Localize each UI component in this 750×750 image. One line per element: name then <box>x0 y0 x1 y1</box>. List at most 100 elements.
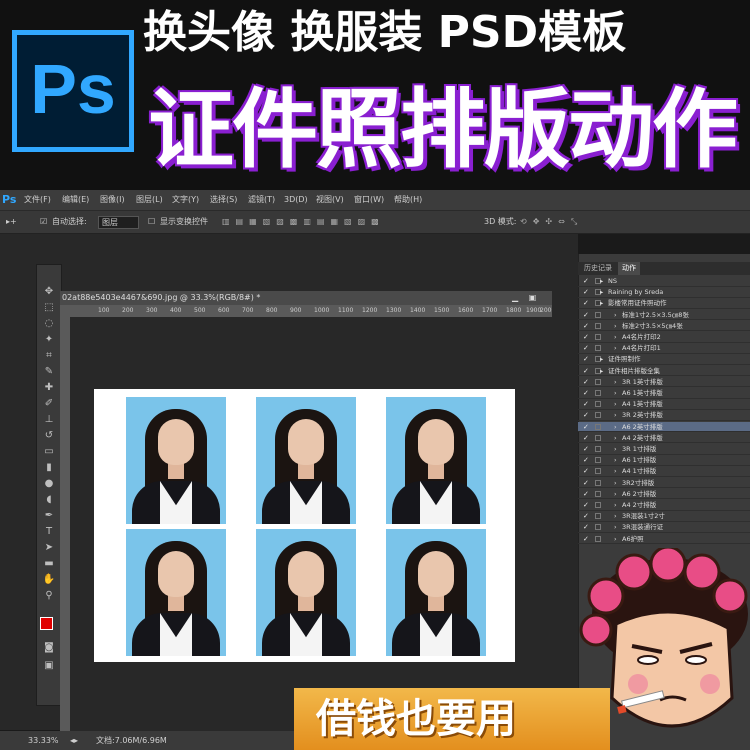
type-tool-icon[interactable]: T <box>40 525 58 539</box>
expand-arrow-icon[interactable]: › <box>614 399 617 409</box>
expand-arrow-icon[interactable]: › <box>614 433 617 443</box>
action-row[interactable]: ✓ ▸ 影楼常用证件照动作 <box>578 298 750 309</box>
dialog-toggle-icon[interactable] <box>595 513 601 520</box>
zoom-tool-icon[interactable]: ⚲ <box>40 589 58 603</box>
action-toggle-icon[interactable]: ✓ <box>583 478 589 488</box>
dialog-toggle-icon[interactable] <box>595 401 601 408</box>
menu-3d[interactable]: 3D(D) <box>284 190 308 210</box>
expand-arrow-icon[interactable]: › <box>614 410 617 420</box>
dialog-toggle-icon[interactable] <box>595 322 601 329</box>
expand-arrow-icon[interactable]: › <box>614 489 617 499</box>
action-toggle-icon[interactable]: ✓ <box>583 298 589 308</box>
move-tool-icon[interactable]: ▸+ <box>6 211 17 233</box>
expand-arrow-icon[interactable]: › <box>614 388 617 398</box>
path-selection-tool-icon[interactable]: ➤ <box>40 541 58 555</box>
action-row[interactable]: ✓ › 3R2寸排版 <box>578 478 750 489</box>
action-row[interactable]: ✓ › A4 2英寸排版 <box>578 433 750 444</box>
action-toggle-icon[interactable]: ✓ <box>583 332 589 342</box>
action-row[interactable]: ✓ › A6护照 <box>578 534 750 545</box>
dialog-toggle-icon[interactable] <box>595 446 601 452</box>
magic-wand-tool-icon[interactable]: ✦ <box>40 333 58 347</box>
action-toggle-icon[interactable]: ✓ <box>583 354 589 364</box>
expand-arrow-icon[interactable]: › <box>614 455 617 465</box>
expand-arrow-icon[interactable]: › <box>614 478 617 488</box>
status-arrow-icon[interactable]: ◂▸ <box>70 731 78 750</box>
action-row[interactable]: ✓ › A4 2寸排版 <box>578 500 750 511</box>
action-toggle-icon[interactable]: ✓ <box>583 522 589 532</box>
action-row[interactable]: ✓ › A6 2英寸排版 <box>578 421 750 433</box>
transform-controls-checkbox[interactable]: ☐ <box>148 211 155 233</box>
foreground-color-swatch[interactable] <box>40 617 53 630</box>
expand-arrow-icon[interactable]: › <box>614 466 617 476</box>
crop-tool-icon[interactable]: ⌗ <box>40 349 58 363</box>
action-row[interactable]: ✓ › 3R 1寸排版 <box>578 444 750 455</box>
expand-arrow-icon[interactable]: ▸ <box>600 354 603 364</box>
expand-arrow-icon[interactable]: ▸ <box>600 366 603 376</box>
action-toggle-icon[interactable]: ✓ <box>583 388 589 398</box>
dialog-toggle-icon[interactable] <box>595 524 601 531</box>
dialog-toggle-icon[interactable] <box>595 390 601 396</box>
action-row[interactable]: ✓ › 3R 1英寸排版 <box>578 377 750 388</box>
menu-edit[interactable]: 编辑(E) <box>62 190 89 210</box>
dialog-toggle-icon[interactable] <box>595 378 601 385</box>
expand-arrow-icon[interactable]: › <box>614 321 617 331</box>
photo-sheet[interactable] <box>94 389 515 662</box>
menu-window[interactable]: 窗口(W) <box>354 190 384 210</box>
action-row[interactable]: ✓ › 3R混装1寸2寸 <box>578 511 750 522</box>
document-tab[interactable]: 02at88e5403e4467&690.jpg @ 33.3%(RGB/8#)… <box>60 291 552 316</box>
dialog-toggle-icon[interactable] <box>595 502 601 508</box>
action-toggle-icon[interactable]: ✓ <box>583 444 589 454</box>
quick-mask-icon[interactable]: ◙ <box>40 641 58 655</box>
action-toggle-icon[interactable]: ✓ <box>583 410 589 420</box>
action-toggle-icon[interactable]: ✓ <box>583 422 589 432</box>
tab-actions[interactable]: 动作 <box>618 262 640 275</box>
menu-select[interactable]: 选择(S) <box>210 190 237 210</box>
action-row[interactable]: ✓ › A4 1英寸排版 <box>578 399 750 410</box>
dialog-toggle-icon[interactable] <box>595 412 601 419</box>
menu-type[interactable]: 文字(Y) <box>172 190 199 210</box>
action-toggle-icon[interactable]: ✓ <box>583 489 589 499</box>
dialog-toggle-icon[interactable] <box>595 311 601 318</box>
menu-layer[interactable]: 图层(L) <box>136 190 163 210</box>
action-row[interactable]: ✓ › 3R混装通行证 <box>578 522 750 533</box>
shape-tool-icon[interactable]: ▬ <box>40 557 58 571</box>
pen-tool-icon[interactable]: ✒ <box>40 509 58 523</box>
expand-arrow-icon[interactable]: › <box>614 310 617 320</box>
action-row[interactable]: ✓ › A4名片打印2 <box>578 332 750 343</box>
action-row[interactable]: ✓ › A6 1寸排版 <box>578 455 750 466</box>
move-tool-icon[interactable]: ✥ <box>40 285 58 299</box>
menu-help[interactable]: 帮助(H) <box>394 190 422 210</box>
expand-arrow-icon[interactable]: › <box>614 534 617 544</box>
action-toggle-icon[interactable]: ✓ <box>583 399 589 409</box>
expand-arrow-icon[interactable]: › <box>614 377 617 387</box>
action-toggle-icon[interactable]: ✓ <box>583 366 589 376</box>
action-toggle-icon[interactable]: ✓ <box>583 321 589 331</box>
action-row[interactable]: ✓ › A6 1英寸排版 <box>578 388 750 399</box>
expand-arrow-icon[interactable]: ▸ <box>600 298 603 308</box>
expand-arrow-icon[interactable]: › <box>614 332 617 342</box>
action-row[interactable]: ✓ ▸ 证件相片排版全集 <box>578 366 750 377</box>
expand-arrow-icon[interactable]: › <box>614 500 617 510</box>
expand-arrow-icon[interactable]: ▸ <box>600 276 603 286</box>
action-toggle-icon[interactable]: ✓ <box>583 276 589 286</box>
action-row[interactable]: ✓ ▸ Raining by Sreda <box>578 287 750 298</box>
blur-tool-icon[interactable]: ● <box>40 477 58 491</box>
expand-arrow-icon[interactable]: › <box>614 511 617 521</box>
dialog-toggle-icon[interactable] <box>595 535 601 542</box>
dialog-toggle-icon[interactable] <box>595 457 601 464</box>
dialog-toggle-icon[interactable] <box>595 423 601 430</box>
eyedropper-tool-icon[interactable]: ✎ <box>40 365 58 379</box>
action-toggle-icon[interactable]: ✓ <box>583 500 589 510</box>
action-toggle-icon[interactable]: ✓ <box>583 511 589 521</box>
healing-brush-tool-icon[interactable]: ✚ <box>40 381 58 395</box>
action-toggle-icon[interactable]: ✓ <box>583 343 589 353</box>
marquee-tool-icon[interactable]: ⬚ <box>40 301 58 315</box>
menu-image[interactable]: 图像(I) <box>100 190 125 210</box>
action-toggle-icon[interactable]: ✓ <box>583 534 589 544</box>
clone-stamp-tool-icon[interactable]: ⊥ <box>40 413 58 427</box>
screen-mode-icon[interactable]: ▣ <box>40 659 58 673</box>
action-row[interactable]: ✓ ▸ NS <box>578 276 750 287</box>
hand-tool-icon[interactable]: ✋ <box>40 573 58 587</box>
align-buttons[interactable]: ▥▤▦▧▨▩▥▤▦▧▨▩ <box>222 211 385 233</box>
dialog-toggle-icon[interactable] <box>595 345 601 352</box>
